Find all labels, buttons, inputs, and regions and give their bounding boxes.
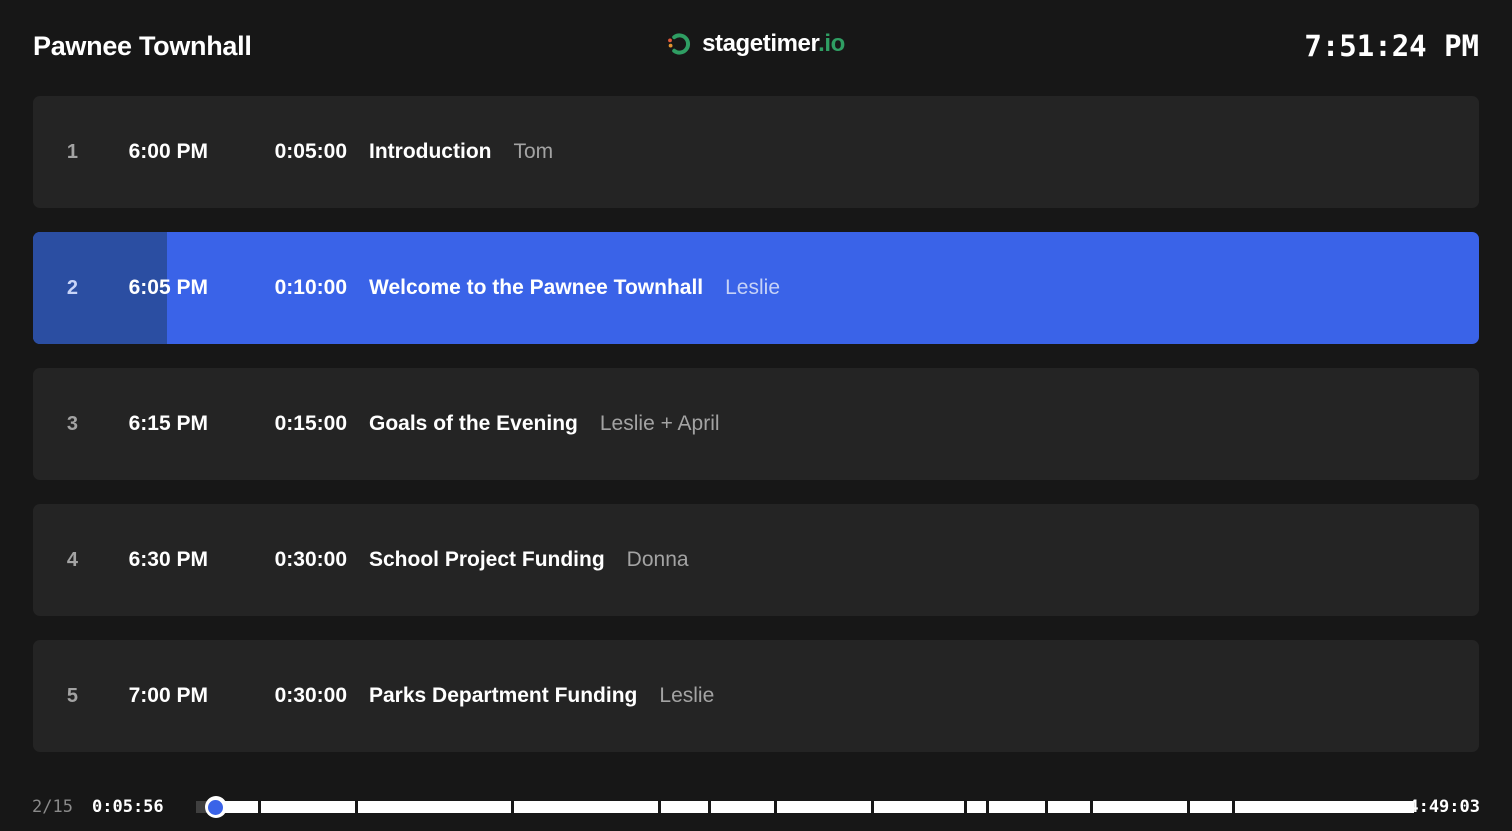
footer-bar: 2/15 0:05:56 -4:49:03 [0, 783, 1512, 831]
cue-duration: 0:15:00 [274, 412, 347, 435]
timeline-segment[interactable] [1092, 801, 1188, 813]
cue-row[interactable]: 1 6:00 PM 0:05:00 Introduction Tom [33, 96, 1479, 208]
cue-speaker: Leslie [725, 276, 780, 299]
cue-row-content: 2 6:05 PM 0:10:00 Welcome to the Pawnee Tow… [33, 232, 1479, 344]
cue-duration: 0:30:00 [274, 548, 347, 571]
cue-duration: 0:05:00 [274, 140, 347, 163]
timeline-segment[interactable] [710, 801, 774, 813]
timeline-segment[interactable] [874, 801, 965, 813]
cue-row-content: 5 7:00 PM 0:30:00 Parks Department Funding L… [33, 640, 1479, 752]
timeline-playhead-handle[interactable] [204, 796, 227, 818]
cue-list: 1 6:00 PM 0:05:00 Introduction Tom 2 6:05 PM 0:… [33, 96, 1479, 776]
cue-row-content: 1 6:00 PM 0:05:00 Introduction Tom [33, 96, 1479, 208]
cue-row[interactable]: 5 7:00 PM 0:30:00 Parks Department Funding L… [33, 640, 1479, 752]
timeline-segment[interactable] [967, 801, 987, 813]
stagetimer-agenda-screen: Pawnee Townhall stagetimer.io 7:51:24 PM… [0, 0, 1512, 831]
cue-start-time: 6:05 PM [128, 276, 208, 299]
brand-wordmark: stagetimer.io [702, 32, 845, 56]
cue-row[interactable]: 3 6:15 PM 0:15:00 Goals of the Evening Lesli… [33, 368, 1479, 480]
header-bar: Pawnee Townhall stagetimer.io 7:51:24 PM [0, 0, 1512, 96]
cue-row[interactable]: 4 6:30 PM 0:30:00 School Project Funding Don… [33, 504, 1479, 616]
cue-row[interactable]: 2 6:05 PM 0:10:00 Welcome to the Pawnee Tow… [33, 232, 1479, 344]
cue-index: 2 [66, 276, 78, 299]
page-title: Pawnee Townhall [33, 31, 252, 61]
cue-speaker: Leslie + April [599, 412, 720, 435]
cue-duration: 0:30:00 [274, 684, 347, 707]
cue-row-content: 3 6:15 PM 0:15:00 Goals of the Evening Lesli… [33, 368, 1479, 480]
timeline-segment[interactable] [989, 801, 1045, 813]
cue-title: Welcome to the Pawnee Townhall [369, 276, 704, 299]
cue-title: School Project Funding [369, 548, 605, 571]
cue-start-time: 6:30 PM [128, 548, 208, 571]
timeline-segment[interactable] [513, 801, 659, 813]
cue-index: 4 [66, 548, 78, 571]
timeline-segment[interactable] [776, 801, 872, 813]
brand-tld: .io [818, 30, 845, 57]
stagetimer-logo-icon [667, 31, 693, 57]
cue-start-time: 7:00 PM [128, 684, 208, 707]
cue-start-time: 6:00 PM [128, 140, 208, 163]
timeline-segment[interactable] [1047, 801, 1090, 813]
cue-index: 3 [66, 412, 78, 435]
cue-row-content: 4 6:30 PM 0:30:00 School Project Funding Don… [33, 504, 1479, 616]
timeline-segment[interactable] [1235, 801, 1414, 813]
timeline-scrubber[interactable] [196, 796, 1414, 818]
timeline-segment[interactable] [260, 801, 356, 813]
timeline-segment[interactable] [661, 801, 708, 813]
cue-speaker: Tom [513, 140, 554, 163]
cue-index: 1 [66, 140, 78, 163]
cue-speaker: Donna [626, 548, 689, 571]
brand-name: stagetimer [702, 30, 819, 57]
cue-index: 5 [66, 684, 78, 707]
timeline-segment[interactable] [1190, 801, 1233, 813]
cue-speaker: Leslie [659, 684, 715, 707]
cue-title: Introduction [369, 140, 492, 163]
elapsed-time: 0:05:56 [92, 797, 164, 817]
cue-counter: 2/15 [32, 797, 73, 817]
time-of-day-clock: 7:51:24 PM [1304, 29, 1479, 63]
timeline-segment[interactable] [358, 801, 511, 813]
cue-title: Goals of the Evening [369, 412, 578, 435]
cue-title: Parks Department Funding [369, 684, 638, 707]
remaining-time: -4:49:03 [1398, 797, 1480, 817]
cue-duration: 0:10:00 [274, 276, 347, 299]
cue-start-time: 6:15 PM [128, 412, 208, 435]
